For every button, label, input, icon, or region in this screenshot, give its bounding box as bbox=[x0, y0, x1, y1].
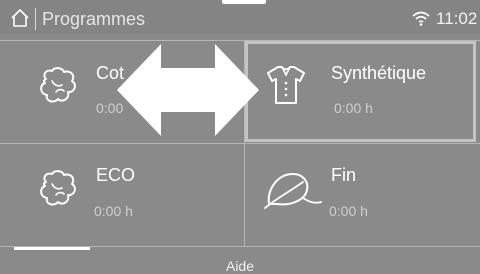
help-bar[interactable]: Aide bbox=[0, 247, 480, 274]
program-name: ECO bbox=[96, 165, 136, 185]
feather-icon bbox=[264, 173, 322, 209]
clock: 11:02 bbox=[436, 9, 478, 28]
home-icon[interactable] bbox=[10, 8, 30, 28]
program-name: Fin bbox=[331, 165, 357, 185]
program-tile-eco[interactable]: ECO 0:00 h bbox=[0, 144, 244, 246]
status-bar: Programmes 11:02 bbox=[0, 0, 480, 34]
wifi-icon bbox=[412, 11, 430, 26]
cotton-boll-icon bbox=[40, 67, 76, 103]
title-separator bbox=[35, 8, 36, 30]
swipe-arrow-icon bbox=[117, 44, 259, 136]
program-tile-delicate[interactable]: Fin 0:00 h bbox=[245, 144, 480, 246]
page-title: Programmes bbox=[42, 9, 146, 29]
program-duration: 0:00 h bbox=[329, 203, 368, 219]
help-button[interactable]: Aide bbox=[0, 258, 480, 274]
program-duration: 0:00 h bbox=[94, 203, 133, 219]
cotton-boll-icon bbox=[40, 170, 76, 206]
selection-highlight bbox=[245, 41, 476, 142]
top-handle bbox=[222, 0, 266, 4]
page-indicator bbox=[14, 247, 90, 250]
